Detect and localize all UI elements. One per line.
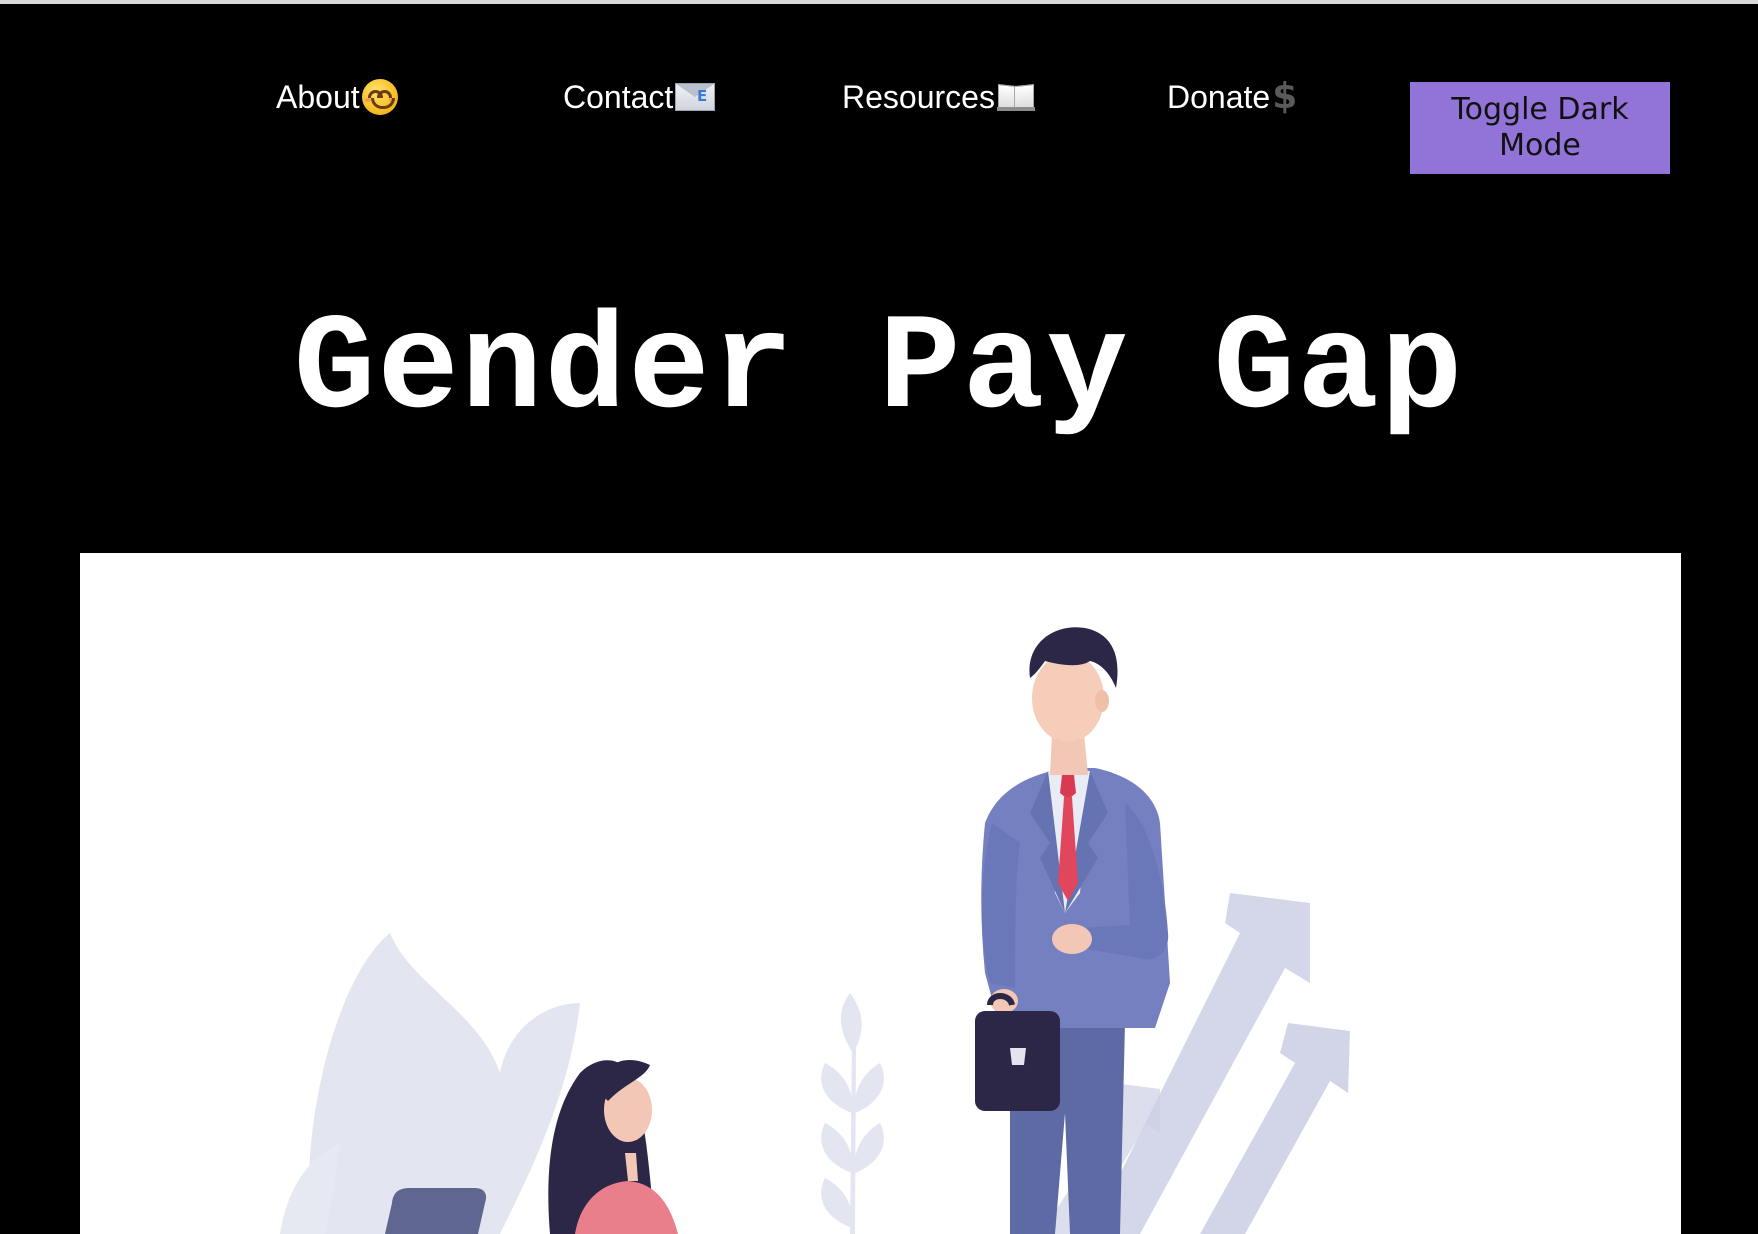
nav-link-resources-label: Resources <box>842 78 995 115</box>
page-title: Gender Pay Gap <box>293 293 1465 447</box>
nav-link-about-label: About <box>276 78 360 115</box>
email-envelope-icon: E <box>675 83 716 111</box>
nav-link-contact-label: Contact <box>563 78 674 115</box>
hero-illustration <box>80 553 1681 1234</box>
nav-link-contact[interactable]: Contact E <box>563 74 716 120</box>
nav-link-about[interactable]: About <box>276 74 398 120</box>
dollar-sign-icon: $ <box>1272 76 1298 117</box>
browser-top-edge <box>0 0 1758 4</box>
plant-decoration <box>821 993 884 1234</box>
toggle-dark-mode-button[interactable]: Toggle Dark Mode <box>1410 82 1670 174</box>
open-book-icon <box>996 83 1035 111</box>
nav-link-donate[interactable]: Donate $ <box>1167 74 1297 120</box>
nav-link-donate-label: Donate <box>1167 78 1271 115</box>
smiley-face-icon <box>361 79 398 115</box>
nav-link-resources[interactable]: Resources <box>842 74 1035 120</box>
